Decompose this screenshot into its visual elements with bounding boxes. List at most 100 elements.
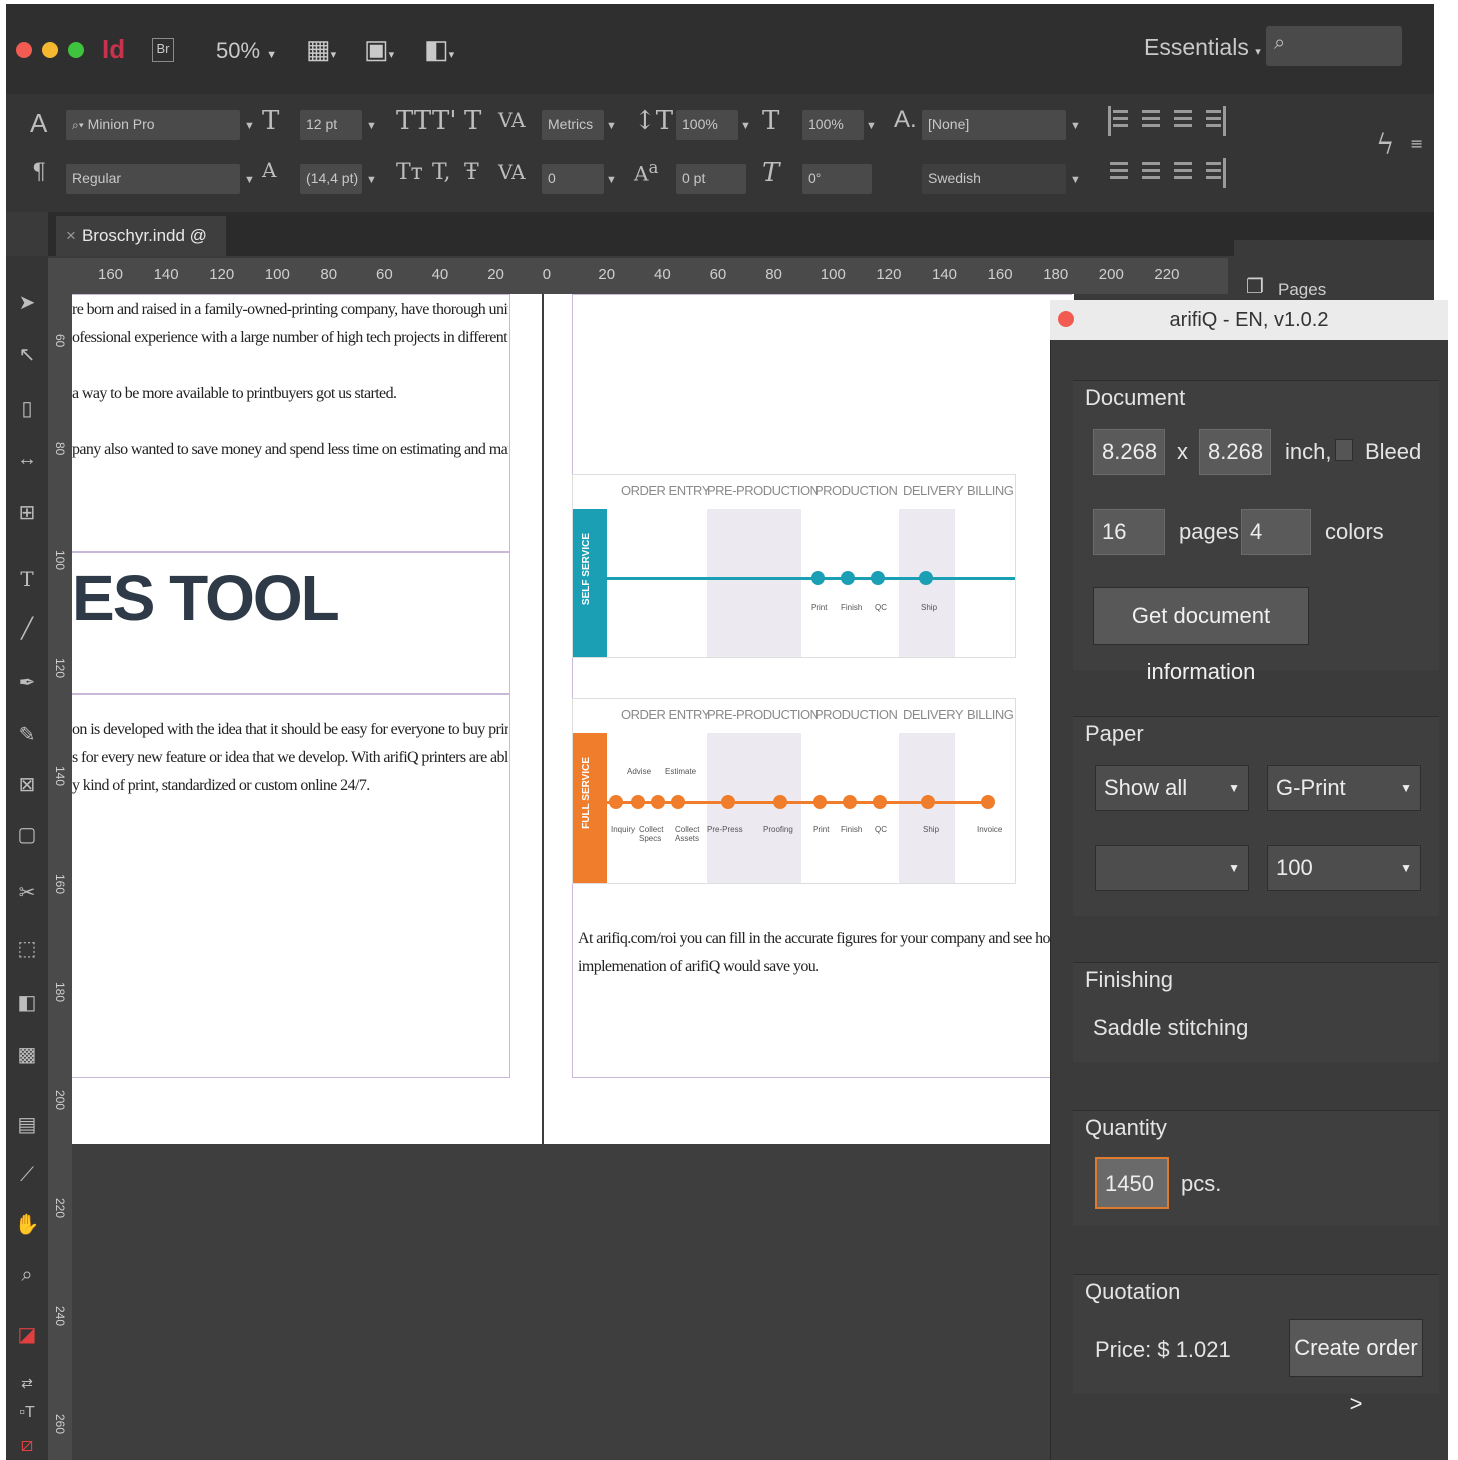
character-formatting-icon[interactable]: A <box>30 108 47 139</box>
superscript-icon[interactable]: T' <box>432 106 457 136</box>
paper-type-select[interactable]: G-Print ▼ <box>1267 765 1421 811</box>
kerning-field[interactable]: Metrics <box>542 110 604 140</box>
selection-tool-icon[interactable]: ➤ <box>14 290 40 316</box>
text-frame[interactable]: on is developed with the idea that it sh… <box>72 694 510 1078</box>
subscript-icon[interactable]: T, <box>432 160 450 185</box>
chevron-down-icon[interactable]: ▼ <box>366 174 377 186</box>
align-left-icon[interactable] <box>1108 106 1130 136</box>
align-towards-spine-icon[interactable] <box>1204 106 1226 136</box>
align-right-icon[interactable] <box>1172 106 1194 136</box>
fill-stroke-icon[interactable]: ◪ <box>14 1322 40 1348</box>
paragraph-formatting-icon[interactable]: ¶ <box>32 160 46 185</box>
arrange-documents-icon[interactable]: ◧▾ <box>424 34 454 65</box>
step-label: Inquiry <box>611 825 636 834</box>
justify-left-icon[interactable] <box>1108 158 1130 188</box>
font-style-field[interactable]: Regular <box>66 164 240 194</box>
close-icon[interactable]: × <box>66 226 76 245</box>
gradient-feather-tool-icon[interactable]: ▩ <box>14 1042 40 1068</box>
chevron-down-icon[interactable]: ▼ <box>740 120 751 132</box>
plugin-title-bar[interactable]: arifiQ - EN, v1.0.2 <box>1050 300 1448 340</box>
get-document-info-button[interactable]: Get document information <box>1093 587 1309 684</box>
paper-sub-select[interactable]: ▼ <box>1095 845 1249 891</box>
workflow-diagram-full-service[interactable]: FULL SERVICE ORDER ENTRY PRE-PRODUCTION … <box>572 698 1016 884</box>
document-tab[interactable]: ×Broschyr.indd @ 50% <box>56 216 226 285</box>
chevron-down-icon[interactable]: ▼ <box>244 174 255 186</box>
strikethrough-icon[interactable]: Ŧ <box>464 160 479 185</box>
align-center-icon[interactable] <box>1140 106 1162 136</box>
paper-filter-select[interactable]: Show all ▼ <box>1095 765 1249 811</box>
minimize-window-button[interactable] <box>42 42 58 58</box>
vertical-scale-field[interactable]: 100% <box>676 110 738 140</box>
line-tool-icon[interactable]: ╱ <box>14 616 40 642</box>
bridge-button[interactable]: Br <box>152 38 174 62</box>
close-panel-button[interactable] <box>1058 311 1074 327</box>
underline-icon[interactable]: T <box>464 106 481 136</box>
note-tool-icon[interactable]: ▤ <box>14 1112 40 1138</box>
page-left[interactable]: re born and raised in a family-owned-pri… <box>72 294 542 1144</box>
chevron-down-icon[interactable]: ▼ <box>606 120 617 132</box>
all-caps-icon[interactable]: TT <box>396 106 431 136</box>
heading-frame[interactable]: ES TOOL <box>72 552 510 694</box>
colors-input[interactable]: 4 <box>1241 509 1311 555</box>
language-field[interactable]: Swedish <box>922 164 1066 194</box>
character-style-field[interactable]: [None] <box>922 110 1066 140</box>
justify-right-icon[interactable] <box>1172 158 1194 188</box>
tracking-field[interactable]: 0 <box>542 164 604 194</box>
search-input[interactable]: ⌕ <box>1266 26 1402 66</box>
chevron-down-icon[interactable]: ▼ <box>1070 174 1081 186</box>
paper-weight-select[interactable]: 100 ▼ <box>1267 845 1421 891</box>
panel-menu-icon[interactable]: ≡ <box>1410 134 1423 153</box>
hand-tool-icon[interactable]: ✋ <box>14 1212 40 1238</box>
horizontal-scale-field[interactable]: 100% <box>802 110 864 140</box>
justify-all-icon[interactable] <box>1204 158 1226 188</box>
quantity-input[interactable]: 1450 <box>1095 1157 1169 1209</box>
horizontal-ruler[interactable]: 160 140 120 100 80 60 40 20 0 20 40 60 80 100 120 140 16… <box>48 258 1228 294</box>
eyedropper-tool-icon[interactable]: ⟋ <box>14 1162 40 1188</box>
height-input[interactable]: 8.268 <box>1199 429 1271 475</box>
view-options-icon[interactable]: ▦▾ <box>306 34 336 65</box>
scissors-tool-icon[interactable]: ✂ <box>14 880 40 906</box>
bleed-checkbox[interactable] <box>1335 439 1353 461</box>
chevron-down-icon[interactable]: ▼ <box>1070 120 1081 132</box>
page-right[interactable]: SELF SERVICE ORDER ENTRY PRE-PRODUCTION … <box>544 294 1074 1144</box>
chevron-down-icon[interactable]: ▼ <box>606 174 617 186</box>
apply-none-icon[interactable]: ⧄ <box>14 1432 40 1458</box>
small-caps-icon[interactable]: Tт <box>396 160 423 185</box>
page-tool-icon[interactable]: ▯ <box>14 396 40 422</box>
justify-center-icon[interactable] <box>1140 158 1162 188</box>
pencil-tool-icon[interactable]: ✎ <box>14 722 40 748</box>
pages-input[interactable]: 16 <box>1093 509 1165 555</box>
chevron-down-icon[interactable]: ▼ <box>366 120 377 132</box>
rectangle-frame-tool-icon[interactable]: ⊠ <box>14 772 40 798</box>
chevron-down-icon[interactable]: ▼ <box>866 120 877 132</box>
font-family-field[interactable]: ⌕▾ Minion Pro <box>66 110 240 140</box>
screen-mode-icon[interactable]: ▣▾ <box>364 34 394 65</box>
font-size-field[interactable]: 12 pt <box>300 110 362 140</box>
free-transform-tool-icon[interactable]: ⬚ <box>14 936 40 962</box>
workspace-switcher[interactable]: Essentials ▾ <box>1144 34 1261 61</box>
gradient-tool-icon[interactable]: ◧ <box>14 990 40 1016</box>
swap-fill-stroke-icon[interactable]: ⇄ <box>14 1370 40 1396</box>
text-frame[interactable]: re born and raised in a family-owned-pri… <box>72 294 510 552</box>
zoom-window-button[interactable] <box>68 42 84 58</box>
chevron-down-icon[interactable]: ▼ <box>244 120 255 132</box>
type-tool-icon[interactable]: T <box>14 566 40 592</box>
pen-tool-icon[interactable]: ✒ <box>14 670 40 696</box>
close-window-button[interactable] <box>16 42 32 58</box>
ruler-tick-label: 80 <box>320 266 338 283</box>
quick-apply-icon[interactable]: ϟ <box>1376 128 1394 161</box>
gap-tool-icon[interactable]: ↔ <box>14 446 40 472</box>
create-order-button[interactable]: Create order > <box>1289 1319 1423 1416</box>
formatting-affects-text-icon[interactable]: ▫T <box>14 1400 40 1426</box>
content-collector-icon[interactable]: ⊞ <box>14 500 40 526</box>
width-input[interactable]: 8.268 <box>1093 429 1165 475</box>
rectangle-tool-icon[interactable]: ▢ <box>14 822 40 848</box>
leading-field[interactable]: (14,4 pt) <box>300 164 362 194</box>
zoom-level-dropdown[interactable]: 50% ▼ <box>216 38 277 64</box>
skew-field[interactable]: 0° <box>802 164 872 194</box>
direct-selection-tool-icon[interactable]: ↖ <box>14 342 40 368</box>
workflow-diagram-self-service[interactable]: SELF SERVICE ORDER ENTRY PRE-PRODUCTION … <box>572 474 1016 658</box>
baseline-shift-field[interactable]: 0 pt <box>676 164 746 194</box>
zoom-tool-icon[interactable]: ⌕ <box>14 1262 40 1288</box>
vertical-ruler[interactable]: 60 80 100 120 140 160 180 200 220 240 260 <box>48 294 72 1460</box>
